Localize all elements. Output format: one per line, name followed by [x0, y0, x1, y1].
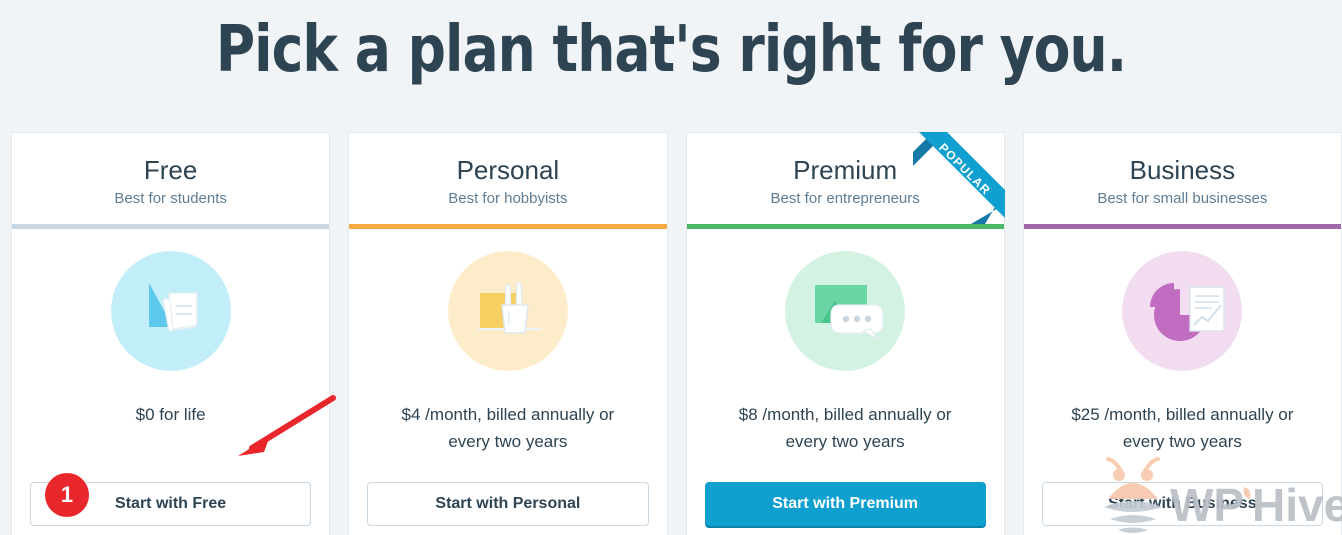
plan-name-business: Business — [1129, 155, 1236, 185]
start-with-premium-button[interactable]: Start with Premium — [704, 482, 986, 526]
cursor-document-icon — [110, 251, 231, 371]
plan-price-free: $0 for life — [135, 405, 206, 424]
plan-card-personal[interactable]: Personal Best for hobbyists $4 /month, b… — [348, 132, 668, 535]
plan-tagline-personal: Best for hobbyists — [448, 190, 568, 207]
plan-tagline-premium: Best for entrepreneurs — [770, 190, 920, 207]
plan-price-business: $25 /month, billed annually or every two… — [1071, 405, 1294, 451]
plan-cta-wrap-premium: Start with Premium — [704, 482, 986, 535]
plan-header-business: Business Best for small businesses — [1024, 133, 1341, 224]
pricing-page: Pick a plan that's right for you. Free B… — [0, 0, 1342, 535]
plan-body-personal: $4 /month, billed annually or every two … — [349, 229, 666, 535]
pie-chart-report-icon — [1122, 251, 1243, 371]
plan-cta-wrap-business: Start with Business — [1041, 482, 1323, 535]
start-with-personal-button[interactable]: Start with Personal — [367, 482, 649, 526]
page-title: Pick a plan that's right for you. — [215, 13, 1127, 87]
plan-header-free: Free Best for students — [12, 133, 329, 224]
annotation-badge-1: 1 — [45, 473, 89, 517]
plan-price-personal: $4 /month, billed annually or every two … — [401, 405, 615, 451]
plan-card-premium[interactable]: POPULAR Premium Best for entrepreneurs $… — [685, 132, 1005, 535]
plan-name-free: Free — [143, 155, 198, 185]
plan-tagline-business: Best for small businesses — [1097, 190, 1268, 207]
plan-tagline-free: Best for students — [114, 190, 227, 207]
plan-header-premium: Premium Best for entrepreneurs — [687, 133, 1004, 224]
plan-body-business: $25 /month, billed annually or every two… — [1024, 229, 1341, 535]
plan-card-business[interactable]: Business Best for small businesses $25 /… — [1022, 132, 1342, 535]
plan-body-premium: $8 /month, billed annually or every two … — [687, 229, 1004, 535]
plan-card-row: Free Best for students $0 for life Start… — [11, 132, 1342, 535]
start-with-business-button[interactable]: Start with Business — [1041, 482, 1323, 526]
plan-header-personal: Personal Best for hobbyists — [349, 133, 666, 224]
pencil-cup-icon — [447, 251, 568, 371]
plan-name-personal: Personal — [456, 155, 560, 185]
plan-price-premium: $8 /month, billed annually or every two … — [738, 405, 952, 451]
image-chat-icon — [785, 251, 906, 371]
plan-name-premium: Premium — [793, 155, 898, 185]
plan-cta-wrap-personal: Start with Personal — [367, 482, 649, 535]
